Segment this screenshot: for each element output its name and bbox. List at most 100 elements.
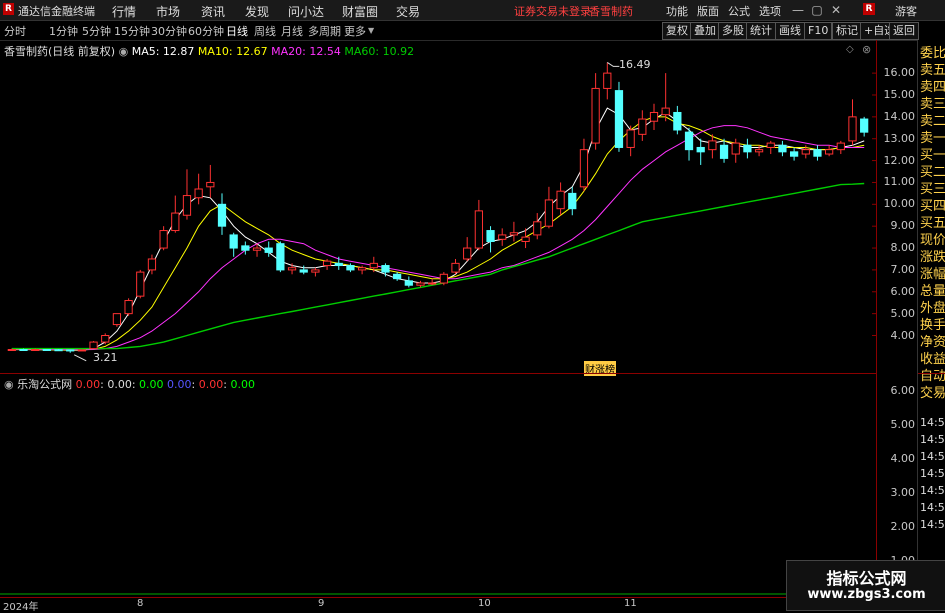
candle[interactable] [696, 138, 705, 165]
menu-wenxiaoda[interactable]: 问小达 [288, 3, 324, 20]
candle[interactable] [848, 99, 857, 146]
candle[interactable] [101, 333, 110, 345]
candle[interactable] [579, 138, 589, 192]
menu-shichang[interactable]: 市场 [156, 3, 180, 20]
candle[interactable] [603, 62, 612, 100]
candle[interactable] [556, 182, 565, 216]
sub-y-tick-label: 6.00 [890, 384, 916, 397]
candle[interactable] [428, 278, 437, 286]
candle-body [264, 247, 273, 253]
btn-f10[interactable]: F10 [804, 22, 833, 40]
candle[interactable] [498, 228, 507, 246]
candle[interactable] [124, 298, 133, 316]
tab-5min[interactable]: 5分钟 [82, 23, 111, 39]
btn-duogu[interactable]: 多股 [718, 22, 748, 40]
candle[interactable] [182, 169, 192, 220]
candle[interactable] [591, 73, 600, 150]
tool-gongneng[interactable]: 功能 [666, 3, 688, 19]
menu-jiaoyi[interactable]: 交易 [396, 3, 420, 20]
menu-zixun[interactable]: 资讯 [201, 3, 225, 20]
candle[interactable] [614, 81, 624, 152]
btn-tongji[interactable]: 统计 [746, 22, 776, 40]
candle[interactable] [778, 140, 787, 157]
restore-icon[interactable]: ▢ [809, 2, 825, 18]
candle[interactable] [649, 103, 659, 130]
candle[interactable] [544, 186, 554, 229]
candle[interactable] [568, 186, 577, 216]
candle[interactable] [381, 263, 390, 277]
candle[interactable] [206, 164, 215, 198]
tab-weekly[interactable]: 周线 [254, 23, 276, 39]
candle[interactable] [136, 269, 145, 299]
candle[interactable] [509, 221, 519, 242]
tab-more[interactable]: 更多 [344, 23, 366, 39]
candle[interactable] [638, 110, 647, 141]
btn-biaoji[interactable]: 标记 [832, 22, 862, 40]
candle[interactable] [486, 226, 495, 253]
candle-body [813, 149, 822, 157]
candle[interactable] [825, 145, 834, 157]
candle[interactable] [404, 276, 413, 288]
candle[interactable] [89, 340, 98, 350]
candle[interactable] [276, 241, 285, 273]
guest-label[interactable]: 游客 [895, 3, 917, 19]
btn-fuquan[interactable]: 复权 [662, 22, 692, 40]
candle[interactable] [112, 313, 122, 327]
candle[interactable] [159, 226, 168, 251]
menu-faxian[interactable]: 发现 [245, 3, 269, 20]
candle-body [381, 265, 390, 273]
candle[interactable] [54, 349, 63, 352]
y-tick-label: 5.00 [890, 306, 916, 320]
candle[interactable] [836, 140, 845, 155]
candle[interactable] [77, 349, 87, 352]
menu-hangqing[interactable]: 行情 [112, 3, 136, 20]
candle[interactable] [439, 272, 448, 286]
candle[interactable] [463, 237, 472, 262]
tab-30min[interactable]: 30分钟 [151, 23, 187, 39]
close-icon[interactable]: ✕ [828, 2, 844, 18]
tab-daily[interactable]: 日线 [226, 23, 248, 39]
login-notice[interactable]: 证券交易未登录 [514, 3, 591, 19]
candle[interactable] [626, 125, 635, 157]
candle[interactable] [451, 258, 460, 275]
candle[interactable] [194, 173, 203, 205]
candle[interactable] [743, 138, 752, 159]
candle[interactable] [789, 147, 799, 161]
tool-xuanxiang[interactable]: 选项 [759, 3, 781, 19]
sub-indicator-chart[interactable] [0, 374, 876, 596]
candle[interactable] [66, 349, 75, 353]
candle[interactable] [533, 213, 542, 240]
tab-1min[interactable]: 1分钟 [49, 23, 78, 39]
candle[interactable] [661, 73, 670, 122]
candle-body [334, 262, 343, 267]
candle[interactable] [766, 140, 775, 155]
candle[interactable] [42, 349, 51, 352]
candle-body [544, 199, 554, 227]
candle-body [101, 335, 110, 343]
candle[interactable] [474, 199, 483, 251]
tab-monthly[interactable]: 月线 [281, 23, 303, 39]
btn-huaxian[interactable]: 画线 [775, 22, 805, 40]
chevron-down-icon[interactable]: ▼ [368, 26, 374, 35]
btn-diejia[interactable]: 叠加 [690, 22, 720, 40]
menu-caifuquan[interactable]: 财富圈 [342, 3, 378, 20]
candle[interactable] [334, 256, 343, 270]
candle[interactable] [860, 116, 869, 137]
tab-60min[interactable]: 60分钟 [188, 23, 224, 39]
candle[interactable] [311, 267, 320, 277]
tab-multi-period[interactable]: 多周期 [308, 23, 341, 39]
tab-15min[interactable]: 15分钟 [114, 23, 150, 39]
candle[interactable] [813, 145, 822, 161]
tool-banmian[interactable]: 版面 [697, 3, 719, 19]
candle[interactable] [229, 232, 238, 257]
candle[interactable] [684, 127, 694, 161]
tab-fenshi[interactable]: 分时 [4, 23, 26, 39]
minimize-icon[interactable]: — [790, 2, 806, 18]
candle[interactable] [673, 105, 682, 135]
candle[interactable] [171, 195, 180, 233]
candle-body [147, 258, 157, 271]
tool-gongshi[interactable]: 公式 [728, 3, 750, 19]
btn-back[interactable]: 返回 [889, 22, 919, 40]
candle[interactable] [217, 193, 227, 235]
candlestick-chart[interactable] [0, 40, 876, 373]
